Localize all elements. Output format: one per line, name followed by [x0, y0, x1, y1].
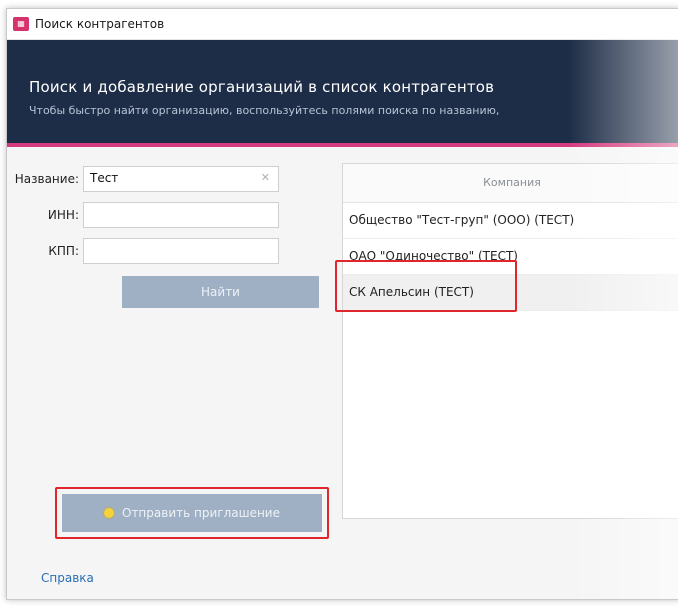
- name-input[interactable]: Тест ✕: [83, 166, 279, 192]
- window-title: Поиск контрагентов: [35, 17, 165, 31]
- invite-highlight-frame: [55, 487, 329, 539]
- inn-field-row: ИНН:: [7, 202, 279, 228]
- header-banner: Поиск и добавление организаций в список …: [7, 40, 678, 147]
- kpp-input[interactable]: [83, 238, 279, 264]
- title-bar: ▦ Поиск контрагентов: [7, 9, 678, 40]
- name-input-value: Тест: [90, 171, 119, 185]
- kpp-field-row: КПП:: [7, 238, 279, 264]
- inn-label: ИНН:: [47, 208, 79, 222]
- results-list: Компания Общество "Тест-груп" (ООО) (ТЕС…: [342, 163, 678, 519]
- accent-stripe: [7, 143, 678, 147]
- name-label: Название:: [14, 172, 79, 186]
- inn-input[interactable]: [83, 202, 279, 228]
- list-item[interactable]: Общество "Тест-груп" (ООО) (ТЕСТ): [343, 203, 678, 239]
- banner-title: Поиск и добавление организаций в список …: [29, 78, 495, 96]
- clear-icon[interactable]: ✕: [261, 171, 270, 184]
- contractor-search-window: ▦ Поиск контрагентов Поиск и добавление …: [6, 8, 678, 600]
- kpp-label: КПП:: [48, 244, 79, 258]
- app-icon: ▦: [13, 17, 29, 31]
- banner-subtitle: Чтобы быстро найти организацию, воспольз…: [29, 104, 500, 117]
- help-link[interactable]: Справка: [41, 571, 94, 585]
- name-field-row: Название: Тест ✕: [7, 166, 279, 192]
- column-header-company[interactable]: Компания: [343, 164, 678, 203]
- selection-highlight-frame: [335, 260, 517, 312]
- find-button[interactable]: Найти: [122, 276, 319, 308]
